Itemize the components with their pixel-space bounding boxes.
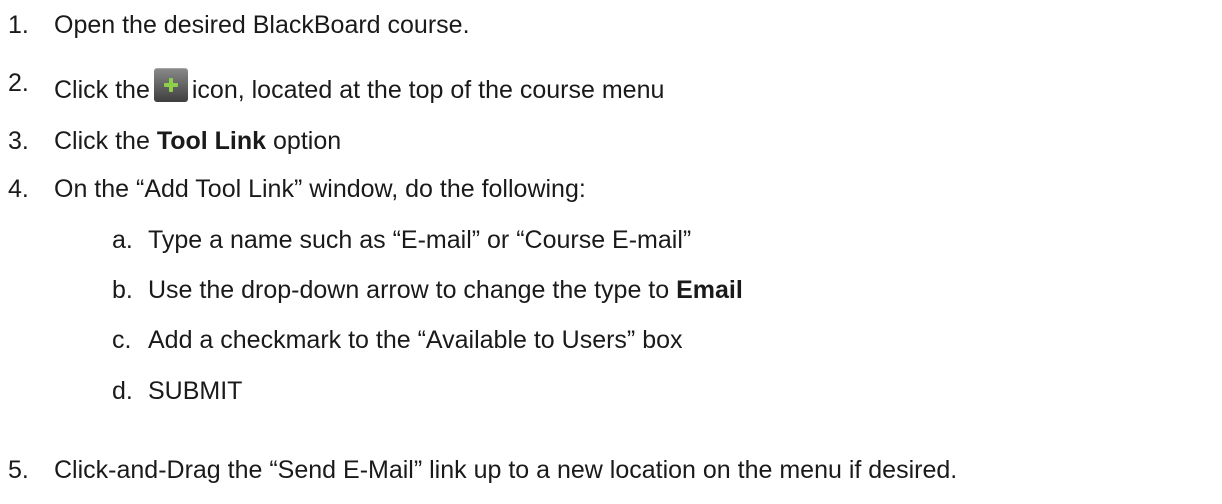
step-number: 2.: [8, 69, 29, 97]
substep-text: Add a checkmark to the “Available to Use…: [148, 326, 683, 354]
substep-letter: a.: [112, 226, 133, 254]
substep-text: SUBMIT: [148, 377, 243, 405]
step-text: On the “Add Tool Link” window, do the fo…: [54, 175, 586, 203]
email-type-label: Email: [676, 276, 743, 304]
step-text: Click the icon, located at the top of the…: [54, 68, 664, 105]
plus-icon: [153, 68, 188, 102]
step-number: 4.: [8, 175, 29, 203]
substep-text: Use the drop-down arrow to change the ty…: [148, 276, 743, 304]
step-number: 1.: [8, 11, 29, 39]
substep-letter: b.: [112, 276, 133, 304]
step-text: Open the desired BlackBoard course.: [54, 11, 470, 39]
instructions-document: 1. Open the desired BlackBoard course. 2…: [0, 0, 1222, 504]
tool-link-option-label: Tool Link: [156, 127, 267, 155]
step-number: 3.: [8, 127, 29, 155]
substep-text: Type a name such as “E-mail” or “Course …: [148, 226, 692, 254]
substep-letter: c.: [112, 326, 132, 354]
substep-letter: d.: [112, 377, 133, 405]
step-text: Click-and-Drag the “Send E-Mail” link up…: [54, 456, 958, 484]
step-text: Click the Tool Link option: [54, 127, 342, 155]
step-number: 5.: [8, 456, 29, 484]
